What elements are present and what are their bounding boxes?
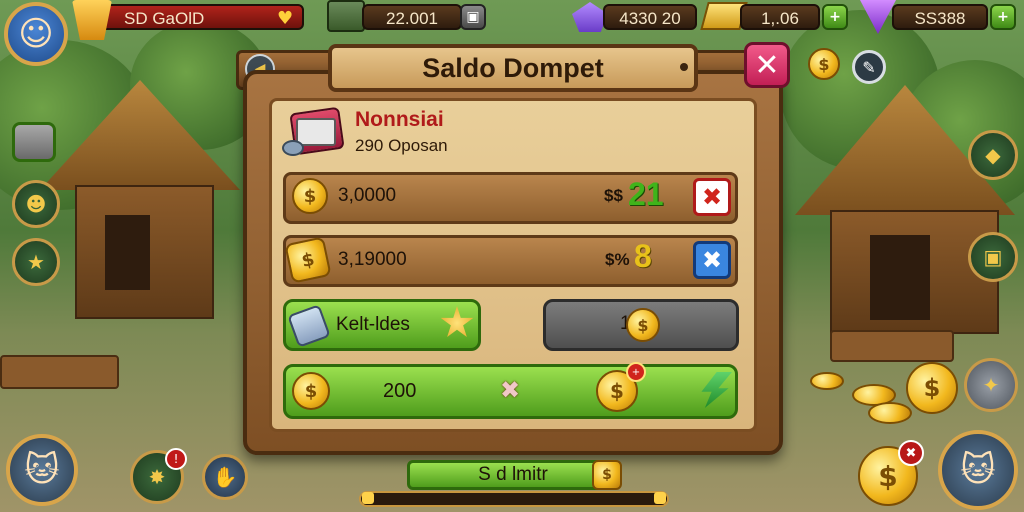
gold-bars-add-button[interactable]: + (822, 4, 848, 30)
crystals-value: SS388 (914, 9, 966, 28)
settings-button[interactable]: ✎ (852, 50, 886, 84)
star-button[interactable]: ★ (12, 238, 60, 286)
gems-counter: 4330 20 (603, 4, 697, 30)
gold-bars-value: 1,.06 (761, 9, 799, 28)
book-stack-icon (327, 0, 365, 32)
panel-title-text: Saldo Dompet (422, 52, 604, 83)
progress-end-cap (654, 492, 666, 504)
gold-balance-bar: SD GaOlD (80, 4, 304, 30)
remove-row-button[interactable]: ✖ (693, 178, 731, 216)
badge-button[interactable]: ◆ (968, 130, 1018, 180)
wallet-subtitle: 290 Oposan (355, 136, 448, 155)
limit-bar-label: S d lmitr (478, 464, 548, 485)
crystals-counter: SS388 (892, 4, 988, 30)
row-amount: 3,0000 (338, 185, 397, 206)
gems-value: 4330 20 (619, 9, 681, 28)
gold-bars-counter: 1,.06 (740, 4, 820, 30)
coin-icon: $ (592, 460, 622, 490)
limit-bar[interactable]: S d lmitr (407, 460, 619, 490)
player-avatar[interactable]: ☺ (4, 2, 68, 66)
coin-icon: $ (626, 308, 660, 342)
row-amount: 3,19000 (338, 249, 407, 270)
companion-avatar[interactable]: 🐱 (6, 434, 78, 506)
multiply-icon: ✖ (500, 376, 521, 404)
bird-button[interactable]: ✦ (964, 358, 1018, 412)
bonus-badge-icon: + (626, 362, 646, 382)
coin-icon: $ (292, 372, 330, 410)
hut-door (870, 235, 930, 320)
kelt-ldes-label: Kelt-ldes (336, 314, 410, 335)
pet-button[interactable]: ☻ (12, 180, 60, 228)
wallet-owner-name: Nonnsiai (355, 108, 444, 131)
tool-button[interactable]: ✋ (202, 454, 248, 500)
gold-balance-label: SD GaOlD (124, 9, 205, 28)
notification-badge-icon: ! (165, 448, 187, 470)
wooden-bench (830, 330, 954, 362)
crystals-add-button[interactable]: + (990, 4, 1016, 30)
books-value: 22.001 (386, 9, 438, 28)
hut-door (105, 215, 150, 290)
coin-icon: $ (292, 178, 328, 214)
progress-start-cap (362, 492, 374, 504)
nail-icon (680, 63, 688, 71)
coin-icon: $ (906, 362, 958, 414)
inventory-button[interactable] (12, 122, 56, 162)
heart-icon: ♥ (277, 8, 294, 29)
cat-avatar[interactable]: 🐱 (938, 430, 1018, 510)
close-button[interactable]: ✕ (744, 42, 790, 88)
map-button[interactable]: ▣ (968, 232, 1018, 282)
row-price: 8 (634, 238, 652, 274)
notification-badge-icon: ✖ (898, 440, 924, 466)
confirm-amount: 200 (383, 380, 417, 402)
coin-icon (810, 372, 844, 390)
remove-row-button[interactable]: ✖ (693, 241, 731, 279)
row-price-prefix: $$ (604, 186, 623, 205)
panel-title: Saldo Dompet (328, 44, 698, 92)
progress-bar (359, 491, 669, 507)
books-add-button[interactable]: ▣ (460, 4, 486, 30)
coin-icon (868, 402, 912, 424)
coin-icon: $ (284, 236, 332, 284)
row-price-prefix: $% (605, 250, 630, 269)
coin-shop-button[interactable]: $ (808, 48, 840, 80)
wallet-icon (282, 106, 346, 160)
wooden-bench (0, 355, 119, 389)
books-counter: 22.001 (362, 4, 462, 30)
row-price: 21 (628, 176, 664, 212)
